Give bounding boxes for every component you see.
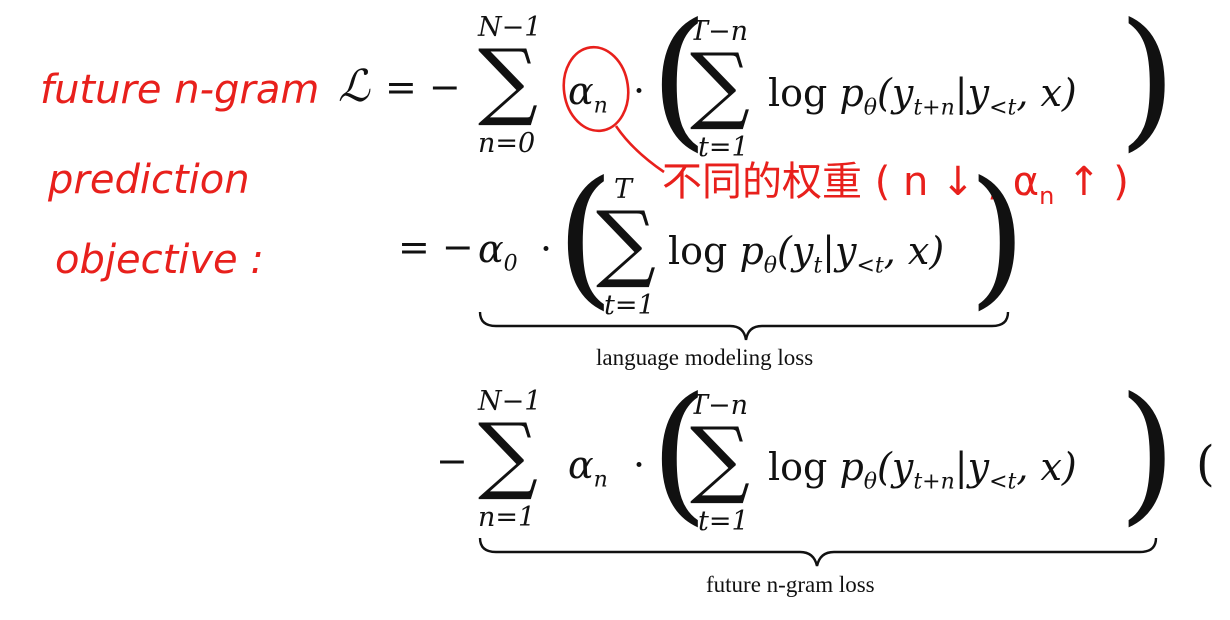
underbrace-ngram bbox=[478, 537, 1158, 567]
annotation-connector bbox=[614, 125, 665, 174]
underbrace-lm bbox=[478, 311, 1010, 341]
alpha-circle-mark bbox=[562, 45, 630, 133]
overlay-drawing bbox=[478, 45, 1158, 567]
